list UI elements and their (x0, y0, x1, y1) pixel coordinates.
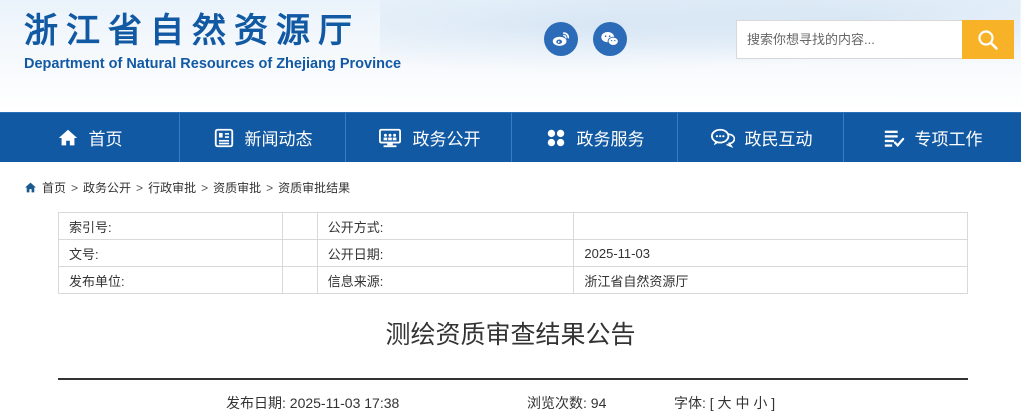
meta-label: 文号: (58, 239, 283, 267)
nav-item-news[interactable]: 新闻动态 (180, 113, 346, 162)
view-count: 浏览次数: 94 (527, 395, 607, 411)
table-row: 索引号: 公开方式: (58, 212, 968, 240)
search-input[interactable] (737, 21, 962, 58)
meta-value (281, 239, 318, 267)
weibo-icon[interactable] (544, 22, 578, 56)
site-header: 浙江省自然资源厅 Department of Natural Resources… (0, 0, 1021, 112)
main-nav: 首页 新闻动态 政务公开 政务服务 政民互动 专项工作 (0, 112, 1021, 162)
breadcrumb-separator: > (201, 180, 209, 195)
meta-value (281, 266, 318, 294)
table-row: 文号: 公开日期: 2025-11-03 (58, 239, 968, 267)
meta-value (573, 212, 968, 240)
nav-item-gov-service[interactable]: 政务服务 (512, 113, 678, 162)
grid-icon (547, 129, 564, 146)
weibo-glyph (552, 32, 570, 46)
publish-date: 发布日期: 2025-11-03 17:38 (226, 395, 400, 411)
table-row: 发布单位: 信息来源: 浙江省自然资源厅 (58, 266, 968, 294)
meta-label: 公开方式: (316, 212, 575, 240)
breadcrumb-separator: > (266, 180, 274, 195)
breadcrumb-separator: > (136, 180, 144, 195)
breadcrumb-item-qualification-approval[interactable]: 资质审批 (213, 179, 261, 196)
nav-item-label: 政务服务 (576, 130, 645, 150)
nav-item-special-work[interactable]: 专项工作 (844, 113, 1021, 162)
search-icon (978, 29, 998, 50)
nav-item-label: 政务公开 (412, 130, 481, 150)
nav-item-gov-open[interactable]: 政务公开 (346, 113, 512, 162)
nav-item-label: 专项工作 (914, 130, 983, 150)
meta-value: 浙江省自然资源厅 (573, 266, 968, 294)
news-icon (214, 128, 233, 147)
nav-item-home[interactable]: 首页 (0, 113, 180, 162)
monitor-icon (378, 128, 401, 147)
breadcrumb-separator: > (71, 180, 79, 195)
nav-item-label: 新闻动态 (244, 130, 313, 150)
chat-icon (710, 128, 735, 148)
breadcrumb-item-gov-open[interactable]: 政务公开 (83, 179, 131, 196)
meta-value: 2025-11-03 (573, 239, 968, 267)
meta-label: 公开日期: (316, 239, 575, 267)
site-title-en[interactable]: Department of Natural Resources of Zheji… (24, 55, 401, 73)
checklist-icon (884, 130, 904, 147)
document-meta-table: 索引号: 公开方式: 文号: 公开日期: 2025-11-03 发布单位: 信息… (58, 212, 968, 294)
breadcrumb: 首页 > 政务公开 > 行政审批 > 资质审批 > 资质审批结果 (24, 179, 350, 196)
meta-label: 索引号: (58, 212, 283, 240)
meta-value (281, 212, 318, 240)
home-icon (25, 182, 36, 193)
site-title-cn[interactable]: 浙江省自然资源厅 (24, 10, 360, 52)
breadcrumb-item-current[interactable]: 资质审批结果 (278, 179, 350, 196)
search-field[interactable] (736, 20, 962, 59)
breadcrumb-item-home[interactable]: 首页 (42, 179, 66, 196)
article-title: 测绘资质审查结果公告 (385, 320, 636, 349)
wechat-glyph (601, 32, 619, 46)
nav-item-label: 政民互动 (744, 130, 813, 150)
meta-label: 信息来源: (316, 266, 575, 294)
home-icon (58, 129, 77, 145)
nav-item-label: 首页 (88, 130, 123, 150)
wechat-icon[interactable] (593, 22, 627, 56)
breadcrumb-item-admin-approval[interactable]: 行政审批 (148, 179, 196, 196)
meta-label: 发布单位: (58, 266, 283, 294)
nav-item-interaction[interactable]: 政民互动 (678, 113, 844, 162)
title-divider (58, 378, 968, 380)
search-button[interactable] (962, 20, 1014, 59)
font-size-selector[interactable]: 字体: [ 大 中 小 ] (674, 394, 775, 412)
